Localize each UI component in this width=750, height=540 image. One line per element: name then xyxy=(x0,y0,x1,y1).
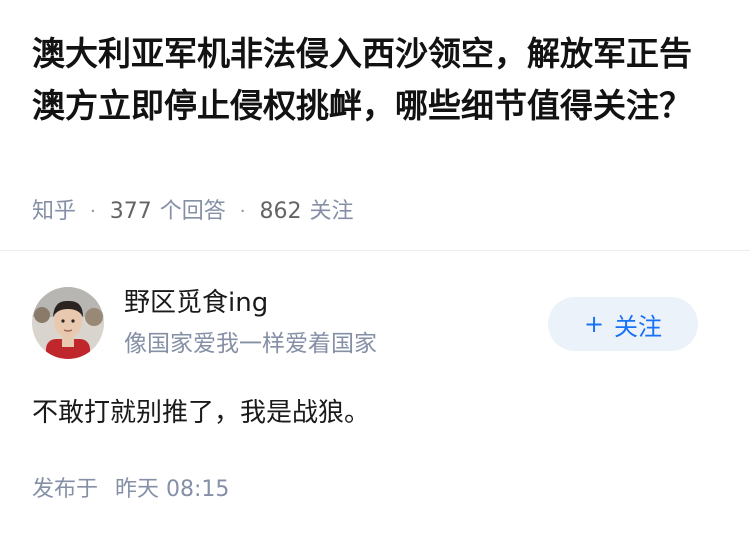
separator-dot: · xyxy=(90,201,96,222)
follow-button[interactable]: + 关注 xyxy=(548,297,698,351)
answer-content: 不敢打就别推了，我是战狼。 xyxy=(32,398,371,428)
author-bio: 像国家爱我一样爱着国家 xyxy=(124,331,377,357)
published-label: 发布于 xyxy=(32,477,99,502)
follow-button-label: 关注 xyxy=(614,312,663,341)
published-time: 昨天 08:15 xyxy=(115,477,230,502)
answers-count: 377 xyxy=(109,199,152,224)
avatar[interactable] xyxy=(32,287,104,359)
followers-count: 862 xyxy=(259,199,302,224)
source-label: 知乎 xyxy=(32,199,77,224)
answers-label: 个回答 xyxy=(159,199,226,224)
question-title[interactable]: 澳大利亚军机非法侵入西沙领空，解放军正告澳方立即停止侵权挑衅，哪些细节值得关注？ xyxy=(32,28,722,132)
followers-label: 关注 xyxy=(309,199,354,224)
avatar-image xyxy=(32,287,104,359)
plus-icon: + xyxy=(583,310,605,338)
author-name[interactable]: 野区觅食ing xyxy=(124,285,268,321)
publish-time: 发布于 昨天 08:15 xyxy=(32,474,229,506)
separator-dot: · xyxy=(239,201,246,222)
question-meta: 知乎 · 377 个回答 · 862 关注 xyxy=(32,196,354,228)
section-divider xyxy=(0,250,750,251)
